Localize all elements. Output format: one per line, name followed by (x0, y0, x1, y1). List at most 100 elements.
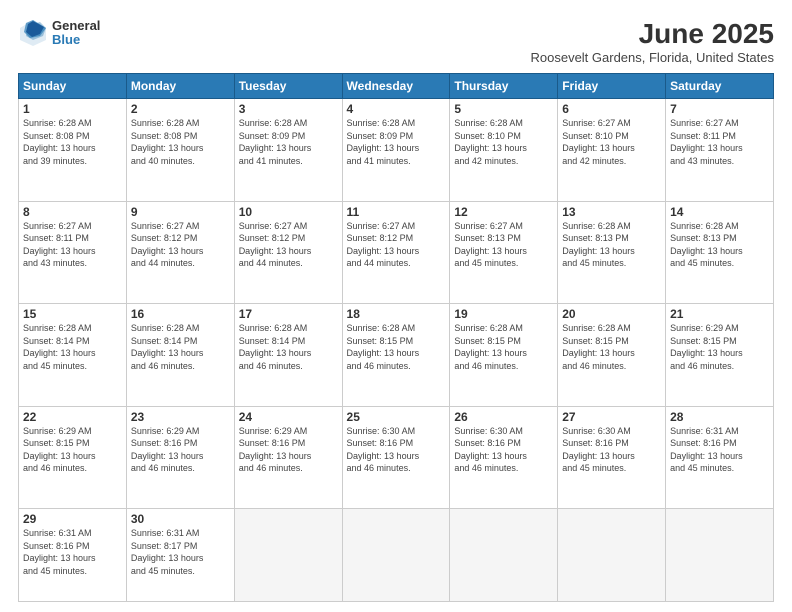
day-info: Sunrise: 6:29 AM Sunset: 8:15 PM Dayligh… (23, 425, 122, 475)
calendar-row-1: 8Sunrise: 6:27 AM Sunset: 8:11 PM Daylig… (19, 201, 774, 304)
day-number: 18 (347, 307, 446, 321)
day-info: Sunrise: 6:28 AM Sunset: 8:14 PM Dayligh… (131, 322, 230, 372)
day-info: Sunrise: 6:28 AM Sunset: 8:09 PM Dayligh… (239, 117, 338, 167)
day-info: Sunrise: 6:28 AM Sunset: 8:14 PM Dayligh… (23, 322, 122, 372)
table-row: 24Sunrise: 6:29 AM Sunset: 8:16 PM Dayli… (234, 406, 342, 509)
month-title: June 2025 (530, 18, 774, 50)
table-row: 29Sunrise: 6:31 AM Sunset: 8:16 PM Dayli… (19, 509, 127, 602)
location: Roosevelt Gardens, Florida, United State… (530, 50, 774, 65)
table-row: 4Sunrise: 6:28 AM Sunset: 8:09 PM Daylig… (342, 99, 450, 202)
table-row: 30Sunrise: 6:31 AM Sunset: 8:17 PM Dayli… (126, 509, 234, 602)
day-number: 20 (562, 307, 661, 321)
day-number: 22 (23, 410, 122, 424)
day-number: 9 (131, 205, 230, 219)
day-info: Sunrise: 6:28 AM Sunset: 8:13 PM Dayligh… (670, 220, 769, 270)
header-sunday: Sunday (19, 74, 127, 99)
day-number: 11 (347, 205, 446, 219)
table-row: 23Sunrise: 6:29 AM Sunset: 8:16 PM Dayli… (126, 406, 234, 509)
header-friday: Friday (558, 74, 666, 99)
day-info: Sunrise: 6:29 AM Sunset: 8:16 PM Dayligh… (131, 425, 230, 475)
header-thursday: Thursday (450, 74, 558, 99)
day-info: Sunrise: 6:31 AM Sunset: 8:16 PM Dayligh… (23, 527, 122, 577)
day-info: Sunrise: 6:27 AM Sunset: 8:12 PM Dayligh… (239, 220, 338, 270)
table-row: 8Sunrise: 6:27 AM Sunset: 8:11 PM Daylig… (19, 201, 127, 304)
logo-general-text: General (52, 19, 100, 33)
calendar-row-3: 22Sunrise: 6:29 AM Sunset: 8:15 PM Dayli… (19, 406, 774, 509)
day-number: 29 (23, 512, 122, 526)
day-info: Sunrise: 6:29 AM Sunset: 8:16 PM Dayligh… (239, 425, 338, 475)
day-info: Sunrise: 6:28 AM Sunset: 8:08 PM Dayligh… (23, 117, 122, 167)
table-row: 1Sunrise: 6:28 AM Sunset: 8:08 PM Daylig… (19, 99, 127, 202)
day-number: 17 (239, 307, 338, 321)
day-number: 5 (454, 102, 553, 116)
table-row: 21Sunrise: 6:29 AM Sunset: 8:15 PM Dayli… (666, 304, 774, 407)
table-row: 13Sunrise: 6:28 AM Sunset: 8:13 PM Dayli… (558, 201, 666, 304)
header-tuesday: Tuesday (234, 74, 342, 99)
day-number: 24 (239, 410, 338, 424)
day-number: 28 (670, 410, 769, 424)
day-number: 16 (131, 307, 230, 321)
table-row (666, 509, 774, 602)
day-number: 8 (23, 205, 122, 219)
table-row (450, 509, 558, 602)
day-info: Sunrise: 6:28 AM Sunset: 8:09 PM Dayligh… (347, 117, 446, 167)
day-number: 2 (131, 102, 230, 116)
table-row (234, 509, 342, 602)
calendar-row-4: 29Sunrise: 6:31 AM Sunset: 8:16 PM Dayli… (19, 509, 774, 602)
table-row: 18Sunrise: 6:28 AM Sunset: 8:15 PM Dayli… (342, 304, 450, 407)
day-number: 14 (670, 205, 769, 219)
day-number: 23 (131, 410, 230, 424)
day-info: Sunrise: 6:29 AM Sunset: 8:15 PM Dayligh… (670, 322, 769, 372)
day-info: Sunrise: 6:28 AM Sunset: 8:15 PM Dayligh… (347, 322, 446, 372)
table-row: 9Sunrise: 6:27 AM Sunset: 8:12 PM Daylig… (126, 201, 234, 304)
day-number: 30 (131, 512, 230, 526)
table-row (342, 509, 450, 602)
table-row: 10Sunrise: 6:27 AM Sunset: 8:12 PM Dayli… (234, 201, 342, 304)
day-info: Sunrise: 6:30 AM Sunset: 8:16 PM Dayligh… (347, 425, 446, 475)
day-number: 3 (239, 102, 338, 116)
table-row: 6Sunrise: 6:27 AM Sunset: 8:10 PM Daylig… (558, 99, 666, 202)
day-info: Sunrise: 6:31 AM Sunset: 8:16 PM Dayligh… (670, 425, 769, 475)
day-info: Sunrise: 6:27 AM Sunset: 8:12 PM Dayligh… (347, 220, 446, 270)
day-number: 21 (670, 307, 769, 321)
table-row: 20Sunrise: 6:28 AM Sunset: 8:15 PM Dayli… (558, 304, 666, 407)
table-row (558, 509, 666, 602)
day-info: Sunrise: 6:27 AM Sunset: 8:10 PM Dayligh… (562, 117, 661, 167)
day-number: 4 (347, 102, 446, 116)
header-saturday: Saturday (666, 74, 774, 99)
day-info: Sunrise: 6:27 AM Sunset: 8:13 PM Dayligh… (454, 220, 553, 270)
page: General Blue June 2025 Roosevelt Gardens… (0, 0, 792, 612)
day-info: Sunrise: 6:30 AM Sunset: 8:16 PM Dayligh… (454, 425, 553, 475)
day-info: Sunrise: 6:31 AM Sunset: 8:17 PM Dayligh… (131, 527, 230, 577)
table-row: 27Sunrise: 6:30 AM Sunset: 8:16 PM Dayli… (558, 406, 666, 509)
header-monday: Monday (126, 74, 234, 99)
table-row: 3Sunrise: 6:28 AM Sunset: 8:09 PM Daylig… (234, 99, 342, 202)
table-row: 5Sunrise: 6:28 AM Sunset: 8:10 PM Daylig… (450, 99, 558, 202)
table-row: 2Sunrise: 6:28 AM Sunset: 8:08 PM Daylig… (126, 99, 234, 202)
day-info: Sunrise: 6:30 AM Sunset: 8:16 PM Dayligh… (562, 425, 661, 475)
day-number: 27 (562, 410, 661, 424)
calendar: Sunday Monday Tuesday Wednesday Thursday… (18, 73, 774, 602)
calendar-row-0: 1Sunrise: 6:28 AM Sunset: 8:08 PM Daylig… (19, 99, 774, 202)
title-block: June 2025 Roosevelt Gardens, Florida, Un… (530, 18, 774, 65)
day-info: Sunrise: 6:28 AM Sunset: 8:15 PM Dayligh… (454, 322, 553, 372)
day-number: 13 (562, 205, 661, 219)
day-number: 26 (454, 410, 553, 424)
table-row: 26Sunrise: 6:30 AM Sunset: 8:16 PM Dayli… (450, 406, 558, 509)
calendar-row-2: 15Sunrise: 6:28 AM Sunset: 8:14 PM Dayli… (19, 304, 774, 407)
day-number: 15 (23, 307, 122, 321)
table-row: 28Sunrise: 6:31 AM Sunset: 8:16 PM Dayli… (666, 406, 774, 509)
day-number: 1 (23, 102, 122, 116)
day-info: Sunrise: 6:28 AM Sunset: 8:13 PM Dayligh… (562, 220, 661, 270)
table-row: 11Sunrise: 6:27 AM Sunset: 8:12 PM Dayli… (342, 201, 450, 304)
table-row: 25Sunrise: 6:30 AM Sunset: 8:16 PM Dayli… (342, 406, 450, 509)
table-row: 17Sunrise: 6:28 AM Sunset: 8:14 PM Dayli… (234, 304, 342, 407)
table-row: 15Sunrise: 6:28 AM Sunset: 8:14 PM Dayli… (19, 304, 127, 407)
day-number: 25 (347, 410, 446, 424)
day-info: Sunrise: 6:28 AM Sunset: 8:15 PM Dayligh… (562, 322, 661, 372)
day-info: Sunrise: 6:27 AM Sunset: 8:11 PM Dayligh… (23, 220, 122, 270)
table-row: 16Sunrise: 6:28 AM Sunset: 8:14 PM Dayli… (126, 304, 234, 407)
header-wednesday: Wednesday (342, 74, 450, 99)
day-info: Sunrise: 6:27 AM Sunset: 8:11 PM Dayligh… (670, 117, 769, 167)
day-number: 19 (454, 307, 553, 321)
